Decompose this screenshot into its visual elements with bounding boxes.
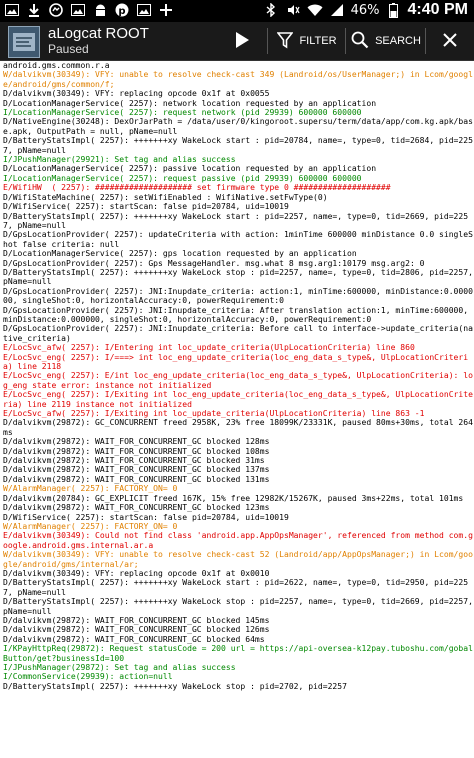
log-line[interactable]: D/dalvikvm(29872): WAIT_FOR_CONCURRENT_G… — [3, 465, 473, 474]
log-line[interactable]: D/LocationManagerService( 2257): passive… — [3, 164, 473, 173]
search-label: SEARCH — [375, 35, 421, 47]
log-line[interactable]: D/BatteryStatsImpl( 2257): +++++++xy Wak… — [3, 136, 473, 155]
log-line[interactable]: I/KPayHttpReq(29872): Request statusCode… — [3, 644, 473, 663]
log-line[interactable]: android.gms.common.r.a — [3, 61, 473, 70]
divider — [267, 28, 268, 54]
download-icon — [26, 2, 42, 18]
mute-icon — [285, 2, 301, 18]
log-line[interactable]: D/WifiService( 2257): startScan: false p… — [3, 513, 473, 522]
log-line[interactable]: D/dalvikvm(29872): WAIT_FOR_CONCURRENT_G… — [3, 456, 473, 465]
bluetooth-icon — [263, 2, 279, 18]
log-line[interactable]: D/BatteryStatsImpl( 2257): +++++++xy Wak… — [3, 578, 473, 597]
wifi-icon — [307, 2, 323, 18]
status-bar: p 46% 4:40 PM — [0, 0, 474, 22]
log-line[interactable]: W/dalvikvm(30349): VFY: unable to resolv… — [3, 550, 473, 569]
log-line[interactable]: D/dalvikvm(30349): VFY: replacing opcode… — [3, 89, 473, 98]
log-line[interactable]: D/GpsLocationProvider( 2257): updateCrit… — [3, 230, 473, 249]
filter-icon — [276, 31, 295, 52]
log-line[interactable]: W/dalvikvm(30349): VFY: unable to resolv… — [3, 70, 473, 89]
image-icon — [4, 2, 20, 18]
log-line[interactable]: W/AlarmManager( 2257): FACTORY_ON= 0 — [3, 484, 473, 493]
log-line[interactable]: D/NativeEngine(30248): DexOrJarPath = /d… — [3, 117, 473, 136]
image-icon — [70, 2, 86, 18]
filter-label: FILTER — [299, 35, 337, 47]
log-line[interactable]: D/dalvikvm(29872): GC_CONCURRENT freed 2… — [3, 418, 473, 437]
image-icon — [136, 2, 152, 18]
log-line[interactable]: D/dalvikvm(20784): GC_EXPLICIT freed 167… — [3, 494, 473, 503]
log-line[interactable]: D/BatteryStatsImpl( 2257): +++++++xy Wak… — [3, 212, 473, 231]
search-icon — [351, 31, 369, 52]
app-title: aLogcat ROOT — [48, 25, 149, 42]
log-line[interactable]: E/dalvikvm(30349): Could not find class … — [3, 531, 473, 550]
log-line[interactable]: D/GpsLocationProvider( 2257): JNI:Inupda… — [3, 287, 473, 306]
log-line[interactable]: D/BatteryStatsImpl( 2257): +++++++xy Wak… — [3, 597, 473, 616]
close-icon — [442, 32, 458, 51]
log-list[interactable]: android.gms.common.r.a W/dalvikvm(30349):… — [3, 61, 473, 691]
log-line[interactable]: E/LocSvc_eng( 2257): E/int loc_eng_updat… — [3, 371, 473, 390]
log-line[interactable]: D/GpsLocationProvider( 2257): JNI:Inupda… — [3, 324, 473, 343]
log-line[interactable]: D/dalvikvm(29872): WAIT_FOR_CONCURRENT_G… — [3, 447, 473, 456]
android-icon — [92, 2, 108, 18]
log-line[interactable]: D/dalvikvm(29872): WAIT_FOR_CONCURRENT_G… — [3, 503, 473, 512]
log-line[interactable]: I/JPushManager(29921): Set tag and alias… — [3, 155, 473, 164]
action-bar: aLogcat ROOT Paused FILTER SEARCH — [0, 22, 474, 61]
messenger-icon — [48, 2, 64, 18]
app-icon[interactable] — [8, 26, 40, 58]
log-line[interactable]: D/WifiStateMachine( 2257): setWifiEnable… — [3, 193, 473, 202]
signal-icon — [329, 2, 345, 18]
system-icons: 46% 4:40 PM — [263, 1, 468, 19]
log-line[interactable]: D/BatteryStatsImpl( 2257): +++++++xy Wak… — [3, 268, 473, 287]
log-line[interactable]: D/dalvikvm(30349): VFY: replacing opcode… — [3, 569, 473, 578]
notification-icons: p — [4, 2, 174, 18]
more-icon — [158, 2, 174, 18]
log-line[interactable]: D/LocationManagerService( 2257): network… — [3, 99, 473, 108]
log-line[interactable]: E/LocSvc_afw( 2257): I/Entering int loc_… — [3, 343, 473, 352]
search-button[interactable]: SEARCH — [350, 22, 422, 60]
close-button[interactable] — [430, 22, 470, 60]
log-line[interactable]: D/LocationManagerService( 2257): gps loc… — [3, 249, 473, 258]
log-line[interactable]: D/dalvikvm(29872): WAIT_FOR_CONCURRENT_G… — [3, 625, 473, 634]
filter-button[interactable]: FILTER — [272, 22, 342, 60]
battery-icon — [386, 2, 402, 18]
divider — [425, 28, 426, 54]
log-line[interactable]: E/LocSvc_eng( 2257): I/===> int loc_eng_… — [3, 353, 473, 372]
log-line[interactable]: D/GpsLocationProvider( 2257): Gps Messag… — [3, 259, 473, 268]
log-line[interactable]: D/dalvikvm(29872): WAIT_FOR_CONCURRENT_G… — [3, 616, 473, 625]
log-line[interactable]: D/WifiService( 2257): startScan: false p… — [3, 202, 473, 211]
battery-percent: 46% — [350, 2, 380, 18]
log-line[interactable]: D/GpsLocationProvider( 2257): JNI:Inupda… — [3, 306, 473, 325]
pinterest-icon: p — [114, 2, 130, 18]
log-line[interactable]: D/BatteryStatsImpl( 2257): +++++++xy Wak… — [3, 682, 473, 691]
log-line[interactable]: W/AlarmManager( 2257): FACTORY_ON= 0 — [3, 522, 473, 531]
app-subtitle: Paused — [48, 42, 89, 56]
clock: 4:40 PM — [407, 1, 468, 18]
log-line[interactable]: I/LocationManagerService( 2257): request… — [3, 108, 473, 117]
svg-text:p: p — [118, 6, 125, 17]
log-line[interactable]: D/dalvikvm(29872): WAIT_FOR_CONCURRENT_G… — [3, 475, 473, 484]
log-line[interactable]: E/WifiHW ( 2257): #################### s… — [3, 183, 473, 192]
log-line[interactable]: I/LocationManagerService( 2257): request… — [3, 174, 473, 183]
log-line[interactable]: I/CommonService(29939): action=null — [3, 672, 473, 681]
log-line[interactable]: D/dalvikvm(29872): WAIT_FOR_CONCURRENT_G… — [3, 635, 473, 644]
play-button[interactable] — [220, 22, 264, 60]
log-line[interactable]: D/dalvikvm(29872): WAIT_FOR_CONCURRENT_G… — [3, 437, 473, 446]
log-line[interactable]: E/LocSvc_afw( 2257): I/Exiting int loc_u… — [3, 409, 473, 418]
divider — [345, 28, 346, 54]
play-icon — [234, 31, 250, 52]
log-line[interactable]: I/JPushManager(29872): Set tag and alias… — [3, 663, 473, 672]
log-line[interactable]: E/LocSvc_eng( 2257): I/Exiting int loc_e… — [3, 390, 473, 409]
